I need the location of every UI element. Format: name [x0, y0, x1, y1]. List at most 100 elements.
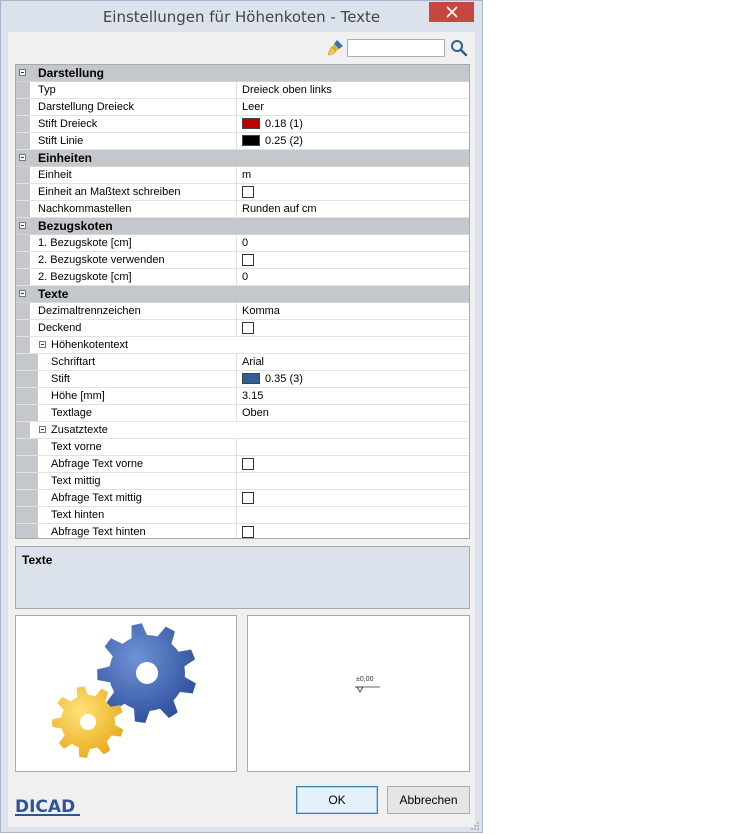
property-row[interactable]: Textlage Oben — [16, 405, 469, 422]
property-row[interactable]: Höhe [mm] 3.15 — [16, 388, 469, 405]
category-label: Darstellung — [38, 66, 105, 80]
property-value[interactable] — [236, 439, 469, 455]
pen-color-swatch — [242, 118, 260, 129]
property-value[interactable] — [236, 320, 469, 336]
row-gutter — [16, 269, 30, 285]
property-value[interactable]: 0 — [236, 269, 469, 285]
title-bar[interactable]: Einstellungen für Höhenkoten - Texte — [1, 1, 482, 32]
property-name: Deckend — [38, 322, 82, 334]
property-value[interactable]: m — [236, 167, 469, 183]
pen-color-swatch — [242, 135, 260, 146]
resize-grip-icon[interactable] — [470, 821, 480, 831]
property-name: Dezimaltrennzeichen — [38, 305, 141, 317]
property-value[interactable]: Runden auf cm — [236, 201, 469, 217]
collapse-icon[interactable] — [39, 426, 46, 433]
property-row[interactable]: Abfrage Text hinten — [16, 524, 469, 538]
property-value[interactable]: 0.18 (1) — [236, 116, 469, 132]
property-name: 2. Bezugskote [cm] — [38, 271, 132, 283]
property-row[interactable]: Schriftart Arial — [16, 354, 469, 371]
property-name: Abfrage Text mittig — [51, 492, 142, 504]
property-row[interactable]: Nachkommastellen Runden auf cm — [16, 201, 469, 218]
property-row[interactable]: Stift Dreieck 0.18 (1) — [16, 116, 469, 133]
row-gutter — [16, 116, 30, 132]
category-row[interactable]: Darstellung — [16, 65, 469, 82]
property-row[interactable]: Einheit an Maßtext schreiben — [16, 184, 469, 201]
property-grid: Darstellung Typ Dreieck oben links Darstell… — [15, 64, 470, 539]
property-row[interactable]: Darstellung Dreieck Leer — [16, 99, 469, 116]
category-row[interactable]: Bezugskoten — [16, 218, 469, 235]
property-row[interactable]: Stift 0.35 (3) — [16, 371, 469, 388]
collapse-icon[interactable] — [19, 154, 26, 161]
property-row[interactable]: Stift Linie 0.25 (2) — [16, 133, 469, 150]
property-row[interactable]: Abfrage Text mittig — [16, 490, 469, 507]
row-subgutter — [30, 507, 38, 523]
close-button[interactable] — [429, 2, 474, 22]
search-icon[interactable] — [450, 39, 468, 57]
row-subgutter — [30, 354, 38, 370]
property-value[interactable]: Oben — [236, 405, 469, 421]
property-value[interactable] — [236, 507, 469, 523]
property-row[interactable]: 2. Bezugskote verwenden — [16, 252, 469, 269]
property-checkbox[interactable] — [242, 322, 254, 334]
property-value[interactable] — [236, 473, 469, 489]
property-row[interactable]: Abfrage Text vorne — [16, 456, 469, 473]
property-row[interactable]: Einheit m — [16, 167, 469, 184]
property-name: Einheit — [38, 169, 72, 181]
ok-button[interactable]: OK — [296, 786, 378, 814]
property-value[interactable]: 0 — [236, 235, 469, 251]
property-value[interactable]: Dreieck oben links — [236, 82, 469, 98]
property-row[interactable]: Text mittig — [16, 473, 469, 490]
property-row[interactable]: 2. Bezugskote [cm] 0 — [16, 269, 469, 286]
property-checkbox[interactable] — [242, 526, 254, 538]
category-row[interactable]: Texte — [16, 286, 469, 303]
subcategory-row[interactable]: Höhenkotentext — [16, 337, 469, 354]
property-value[interactable]: 3.15 — [236, 388, 469, 404]
property-value[interactable] — [236, 456, 469, 472]
row-subgutter — [30, 439, 38, 455]
property-row[interactable]: Deckend — [16, 320, 469, 337]
row-gutter — [16, 422, 30, 438]
category-label: Bezugskoten — [38, 219, 113, 233]
subcategory-row[interactable]: Zusatztexte — [16, 422, 469, 439]
property-value[interactable] — [236, 184, 469, 200]
close-icon — [445, 6, 458, 18]
row-gutter — [16, 320, 30, 336]
collapse-icon[interactable] — [19, 69, 26, 76]
property-row[interactable]: Text hinten — [16, 507, 469, 524]
property-row[interactable]: Text vorne — [16, 439, 469, 456]
category-row[interactable]: Einheiten — [16, 150, 469, 167]
brush-icon[interactable] — [326, 37, 346, 57]
property-name: Abfrage Text vorne — [51, 458, 144, 470]
property-value[interactable] — [236, 490, 469, 506]
property-value[interactable]: 0.35 (3) — [236, 371, 469, 387]
property-value-text: 3.15 — [242, 390, 264, 402]
collapse-icon[interactable] — [19, 290, 26, 297]
property-checkbox[interactable] — [242, 254, 254, 266]
search-input[interactable] — [347, 39, 445, 57]
row-gutter — [16, 405, 30, 421]
description-panel: Texte — [15, 546, 470, 609]
window-title: Einstellungen für Höhenkoten - Texte — [102, 8, 381, 26]
property-value-text: m — [242, 169, 252, 181]
property-value[interactable] — [236, 252, 469, 268]
property-value[interactable]: Arial — [236, 354, 469, 370]
cancel-button[interactable]: Abbrechen — [387, 786, 470, 814]
property-row[interactable]: 1. Bezugskote [cm] 0 — [16, 235, 469, 252]
row-gutter — [16, 184, 30, 200]
property-value[interactable] — [236, 524, 469, 538]
row-subgutter — [30, 405, 38, 421]
collapse-icon[interactable] — [39, 341, 46, 348]
row-subgutter — [30, 456, 38, 472]
property-row[interactable]: Dezimaltrennzeichen Komma — [16, 303, 469, 320]
property-row[interactable]: Typ Dreieck oben links — [16, 82, 469, 99]
property-value[interactable]: 0.25 (2) — [236, 133, 469, 149]
property-value[interactable]: Komma — [236, 303, 469, 319]
property-value-text: Komma — [242, 305, 280, 317]
collapse-icon[interactable] — [19, 222, 26, 229]
settings-image-panel — [15, 615, 237, 772]
property-value-text: 0 — [242, 271, 249, 283]
property-checkbox[interactable] — [242, 492, 254, 504]
property-checkbox[interactable] — [242, 186, 254, 198]
property-value[interactable]: Leer — [236, 99, 469, 115]
property-checkbox[interactable] — [242, 458, 254, 470]
